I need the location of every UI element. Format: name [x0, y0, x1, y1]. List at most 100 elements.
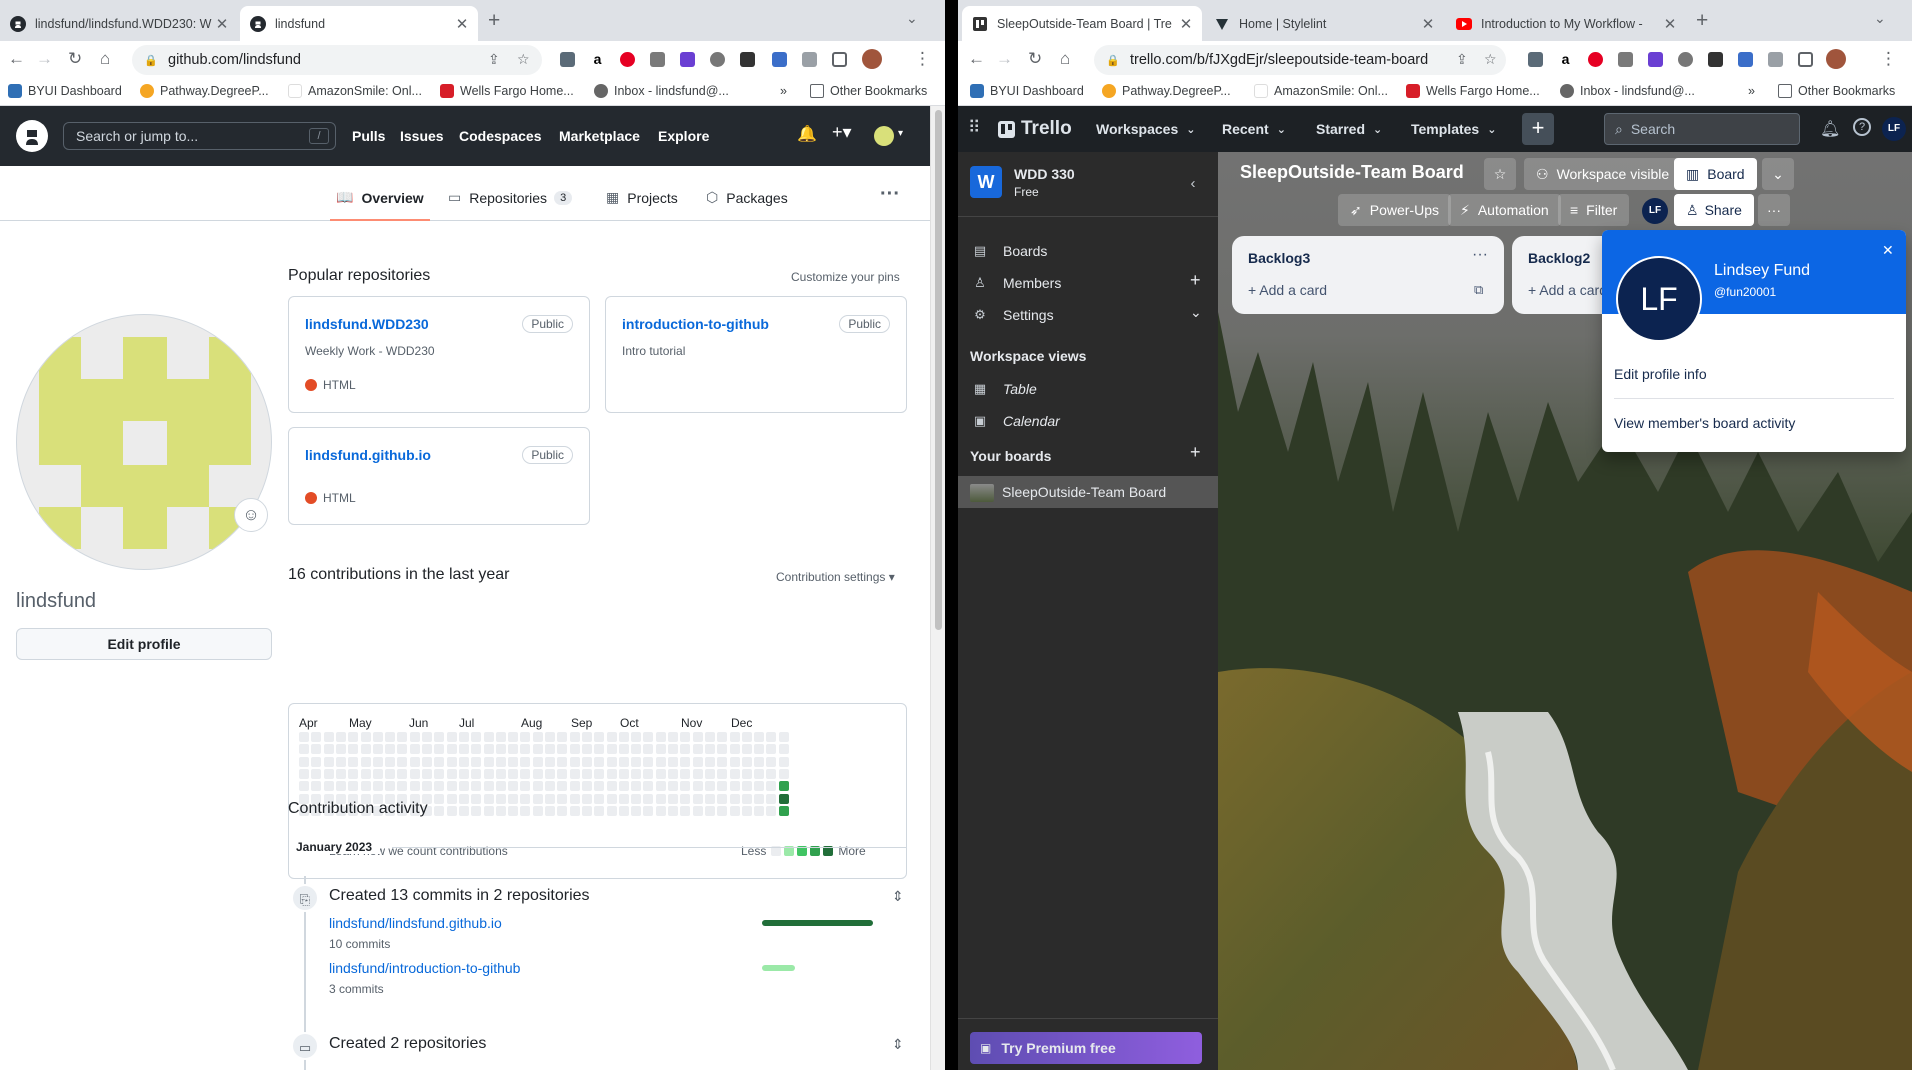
- address-bar[interactable]: 🔒 github.com/lindsfund ⇪ ☆: [132, 45, 542, 75]
- list-title[interactable]: Backlog3: [1248, 250, 1310, 266]
- contribution-day[interactable]: [581, 744, 592, 755]
- contribution-day[interactable]: [606, 793, 617, 804]
- contribution-day[interactable]: [581, 768, 592, 779]
- contribution-day[interactable]: [594, 781, 605, 792]
- contribution-day[interactable]: [311, 744, 322, 755]
- contribution-day[interactable]: [446, 793, 457, 804]
- star-icon[interactable]: ☆: [1484, 158, 1516, 190]
- nav-templates[interactable]: Templates ⌄: [1411, 121, 1496, 137]
- contribution-day[interactable]: [594, 744, 605, 755]
- contribution-day[interactable]: [483, 781, 494, 792]
- contribution-day[interactable]: [741, 744, 752, 755]
- contribution-day[interactable]: [422, 768, 432, 779]
- contribution-day[interactable]: [655, 793, 666, 804]
- contribution-day[interactable]: [446, 805, 457, 816]
- contribution-day[interactable]: [471, 781, 482, 792]
- contribution-day[interactable]: [532, 756, 543, 767]
- contribution-day[interactable]: [766, 744, 777, 755]
- extension-icon[interactable]: [560, 52, 575, 67]
- contribution-day[interactable]: [434, 756, 445, 767]
- contribution-day[interactable]: [717, 805, 728, 816]
- bookmark[interactable]: BYUI Dashboard: [970, 84, 1084, 98]
- contribution-day[interactable]: [581, 756, 592, 767]
- power-ups-button[interactable]: ➶ Power-Ups: [1338, 194, 1451, 226]
- contribution-day[interactable]: [311, 781, 322, 792]
- contribution-day[interactable]: [729, 781, 740, 792]
- new-tab-icon[interactable]: +: [1696, 9, 1708, 33]
- contribution-day[interactable]: [311, 756, 322, 767]
- contribution-day[interactable]: [446, 756, 457, 767]
- contribution-day[interactable]: [532, 732, 543, 742]
- back-icon[interactable]: ←: [968, 49, 985, 69]
- avatar[interactable]: [874, 126, 894, 146]
- nav-workspaces[interactable]: Workspaces ⌄: [1096, 121, 1195, 137]
- commit-count[interactable]: 3 commits: [329, 982, 384, 996]
- automation-button[interactable]: ⚡︎ Automation: [1448, 194, 1561, 226]
- github-logo-icon[interactable]: [16, 120, 48, 152]
- contribution-day[interactable]: [581, 732, 592, 742]
- dropbox-icon[interactable]: [650, 52, 665, 67]
- forward-icon[interactable]: →: [996, 49, 1013, 69]
- contribution-day[interactable]: [729, 805, 740, 816]
- commit-repo-link[interactable]: lindsfund/lindsfund.github.io: [329, 915, 502, 931]
- tab-search-icon[interactable]: ⌄: [1874, 10, 1886, 27]
- contribution-day[interactable]: [741, 805, 752, 816]
- contribution-day[interactable]: [581, 781, 592, 792]
- contribution-day[interactable]: [520, 744, 531, 755]
- tab-overview[interactable]: 📖 Overview: [336, 189, 424, 206]
- contribution-day[interactable]: [545, 793, 555, 804]
- sidebar-item-members[interactable]: ♙ Members: [970, 275, 1061, 291]
- contribution-day[interactable]: [704, 768, 715, 779]
- contribution-day[interactable]: [299, 732, 309, 742]
- contribution-day[interactable]: [422, 781, 432, 792]
- sidebar-item-settings[interactable]: ⚙ Settings: [970, 307, 1053, 323]
- contribution-day[interactable]: [557, 732, 568, 742]
- contribution-day[interactable]: [409, 768, 420, 779]
- contribution-day[interactable]: [495, 732, 506, 742]
- contribution-day[interactable]: [520, 781, 531, 792]
- bookmarks-overflow[interactable]: »: [1748, 84, 1755, 98]
- menu-icon[interactable]: ⋮: [914, 49, 931, 69]
- forward-icon[interactable]: →: [36, 49, 53, 69]
- contribution-day[interactable]: [299, 756, 309, 767]
- contribution-day[interactable]: [569, 793, 580, 804]
- share-icon[interactable]: ⇪: [488, 51, 500, 68]
- contribution-day[interactable]: [397, 768, 408, 779]
- bookmark[interactable]: Wells Fargo Home...: [440, 84, 574, 98]
- nav-marketplace[interactable]: Marketplace: [559, 128, 640, 144]
- contribution-day[interactable]: [323, 756, 334, 767]
- puzzle-icon[interactable]: [802, 52, 817, 67]
- contribution-day[interactable]: [704, 805, 715, 816]
- sidebar-item-table[interactable]: ▦ Table: [970, 381, 1037, 397]
- contribution-day[interactable]: [545, 781, 555, 792]
- add-card-button[interactable]: + Add a card: [1528, 282, 1607, 298]
- contribution-day[interactable]: [729, 732, 740, 742]
- extension-icon[interactable]: [680, 52, 695, 67]
- contribution-day[interactable]: [434, 744, 445, 755]
- chevron-down-icon[interactable]: ⌄: [1190, 304, 1202, 321]
- contribution-day[interactable]: [631, 805, 642, 816]
- contribution-day[interactable]: [655, 781, 666, 792]
- create-button[interactable]: +: [1522, 113, 1554, 145]
- bookmark[interactable]: AmazonSmile: Onl...: [288, 84, 422, 98]
- scrollbar-thumb[interactable]: [935, 110, 942, 630]
- close-icon[interactable]: ✕: [1420, 15, 1436, 33]
- contribution-day[interactable]: [471, 768, 482, 779]
- contribution-day[interactable]: [778, 805, 789, 816]
- contribution-day[interactable]: [372, 781, 383, 792]
- back-icon[interactable]: ←: [8, 49, 25, 69]
- set-status-emoji-icon[interactable]: ☺: [234, 498, 268, 532]
- contribution-day[interactable]: [458, 781, 469, 792]
- share-button[interactable]: ♙ Share: [1674, 194, 1754, 226]
- contribution-day[interactable]: [754, 781, 765, 792]
- contribution-day[interactable]: [717, 744, 728, 755]
- contribution-day[interactable]: [704, 732, 715, 742]
- contribution-day[interactable]: [446, 744, 457, 755]
- reload-icon[interactable]: ↻: [1028, 49, 1042, 69]
- contribution-day[interactable]: [557, 756, 568, 767]
- contribution-day[interactable]: [618, 768, 629, 779]
- contribution-day[interactable]: [655, 744, 666, 755]
- contribution-day[interactable]: [741, 756, 752, 767]
- workspace-avatar[interactable]: W: [970, 166, 1002, 198]
- contribution-day[interactable]: [766, 732, 777, 742]
